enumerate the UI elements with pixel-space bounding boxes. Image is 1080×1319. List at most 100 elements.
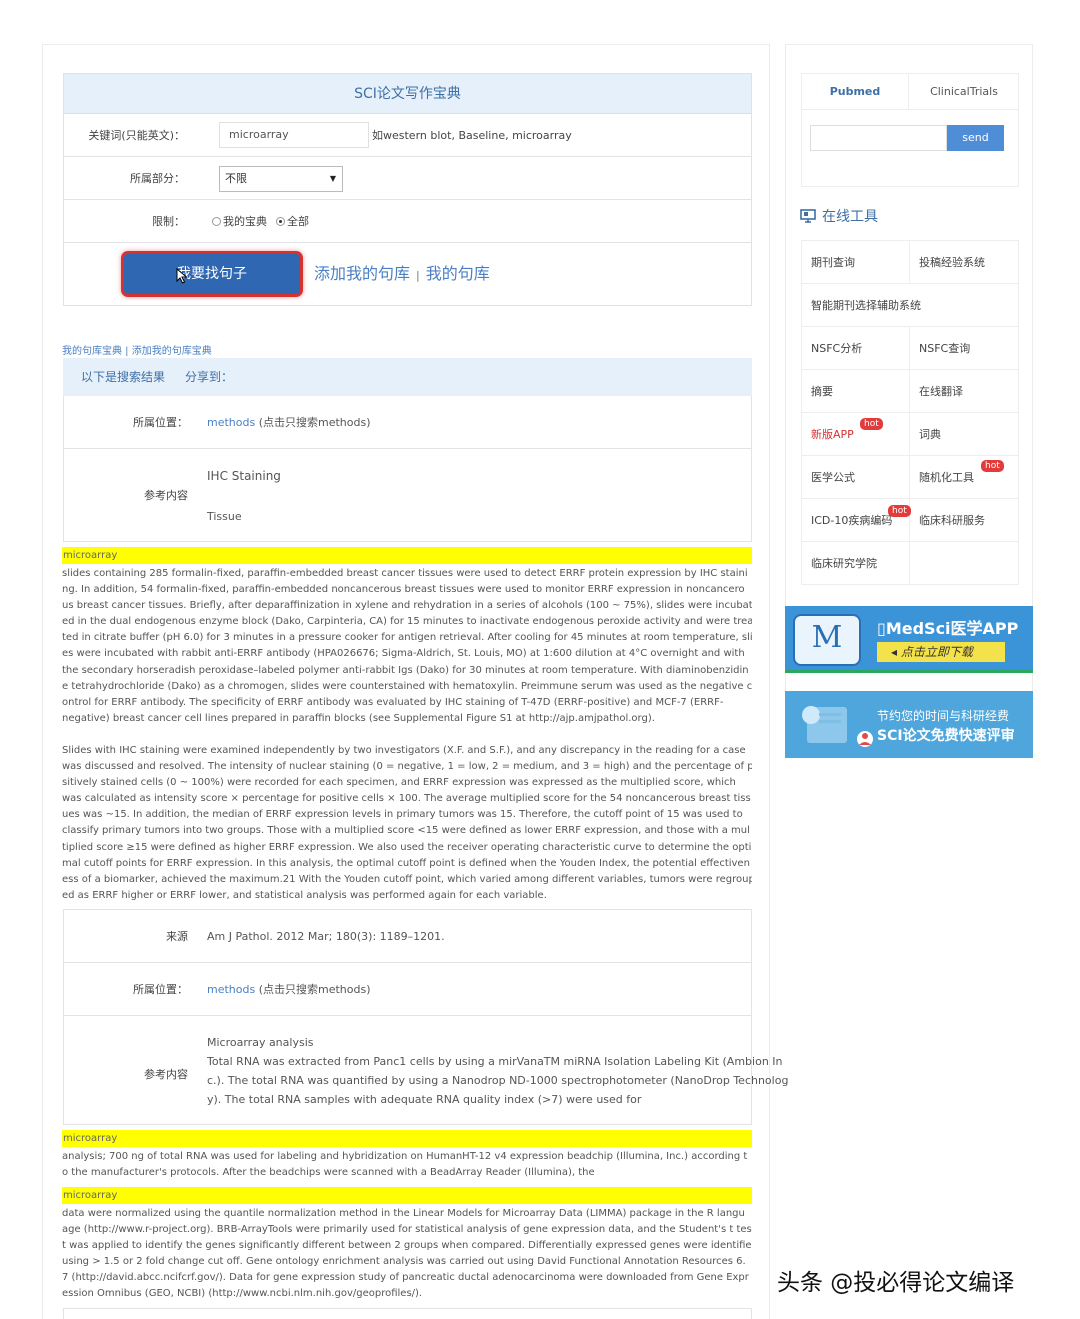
paragraph-line: 7 (http://david.abcc.ncifcrf.gov/). Data… <box>62 1272 749 1284</box>
app-download-banner[interactable]: M ▯MedSci医学APP ◂ 点击立即下载 <box>785 606 1033 673</box>
app-banner-title: ▯MedSci医学APP <box>877 615 1018 639</box>
paragraph-line: data were normalized using the quantile … <box>62 1208 745 1219</box>
tool-clinical-service[interactable]: 临床科研服务 <box>910 499 1019 542</box>
tool-abstract[interactable]: 摘要 <box>802 370 910 413</box>
app-banner-title-text: MedSci医学APP <box>885 619 1019 638</box>
highlight-keyword: microarray <box>62 1187 752 1204</box>
tool-icd10-label: ICD-10疾病编码 <box>811 514 893 527</box>
tool-submission-system[interactable]: 投稿经验系统 <box>910 241 1019 284</box>
paragraph-line: ess of a biomarker, achieved the maximum… <box>62 873 752 885</box>
paragraph-line: ted in citrate buffer (pH 6.0) for 3 min… <box>62 632 752 644</box>
paragraph-line: ng. In addition, 54 formalin-fixed, para… <box>62 584 745 596</box>
highlight-keyword: microarray <box>62 1130 752 1147</box>
section-select[interactable]: 不限 ▼ <box>219 166 343 192</box>
button-row: 我要找句子 添加我的句库 | 我的句库 <box>64 243 751 305</box>
paragraph-line: es were incubated with rabbit anti-ERRF … <box>62 648 745 660</box>
literature-search-box: Pubmed ClinicalTrials send <box>801 73 1019 187</box>
hot-badge: hot <box>860 418 883 430</box>
medsci-logo: M <box>793 614 861 666</box>
search-form: SCI论文写作宝典 关键词(只能英文)： microarray 如western… <box>63 73 752 306</box>
reference-text: Total RNA was extracted from Panc1 cells… <box>207 1055 783 1068</box>
link-separator: | <box>416 269 420 282</box>
reference-text: c.). The total RNA was quantified by usi… <box>207 1074 789 1087</box>
tool-smart-journal[interactable]: 智能期刊选择辅助系统 <box>802 284 1019 327</box>
tab-pubmed[interactable]: Pubmed <box>802 74 908 110</box>
paragraph-line: negative) breast cancer cell lines prepa… <box>62 712 655 724</box>
tools-grid: 期刊查询 投稿经验系统 智能期刊选择辅助系统 NSFC分析 NSFC查询 摘要 … <box>801 240 1019 585</box>
my-library-link[interactable]: 我的句库 <box>426 264 490 283</box>
tools-title: 在线工具 <box>800 206 878 226</box>
arrow-left-icon: ◂ <box>891 645 901 659</box>
reference-heading: IHC Staining <box>207 469 281 483</box>
result-reference-row: 参考内容 Microarray analysis Total RNA was e… <box>63 1016 789 1125</box>
library-links: 添加我的句库 | 我的句库 <box>314 243 490 307</box>
tab-clinicaltrials[interactable]: ClinicalTrials <box>908 74 1019 110</box>
find-sentence-button[interactable]: 我要找句子 <box>121 251 303 297</box>
paragraph-line: ed as ERRF higher or ERRF lower, and sta… <box>62 889 547 901</box>
result-reference-row: 参考内容 IHC Staining Tissue <box>63 449 752 542</box>
tool-nsfc-query[interactable]: NSFC查询 <box>910 327 1019 370</box>
result-next-row <box>63 1308 752 1319</box>
monitor-icon <box>800 209 816 223</box>
reference-text: Tissue <box>207 510 242 523</box>
tool-journal-query[interactable]: 期刊查询 <box>802 241 910 284</box>
hot-badge: hot <box>888 505 911 517</box>
sci-review-banner[interactable]: 节约您的时间与科研经费 SCI论文免费快速评审 <box>785 691 1033 758</box>
location-label: 所属位置： <box>133 416 188 429</box>
tool-clinical-academy[interactable]: 临床研究学院 <box>802 542 910 585</box>
reference-text: y). The total RNA samples with adequate … <box>207 1093 642 1106</box>
location-value: methods (点击只搜索methods) <box>207 963 371 1016</box>
app-download-button[interactable]: ◂ 点击立即下载 <box>877 642 1005 662</box>
keyword-input[interactable]: microarray <box>219 122 369 148</box>
mouse-cursor-icon <box>176 267 188 288</box>
paragraph-line: sitively stained cells (0 ~ 100%) were r… <box>62 777 736 789</box>
tool-online-translate[interactable]: 在线翻译 <box>910 370 1019 413</box>
location-note: (点击只搜索methods) <box>255 983 371 996</box>
tool-randomization[interactable]: 随机化工具 hot <box>910 456 1019 499</box>
library-small-links[interactable]: 我的句库宝典 | 添加我的句库宝典 <box>62 342 212 357</box>
paragraph-line: the secondary horseradish peroxidase–lab… <box>62 664 749 676</box>
phone-icon: ▯ <box>877 619 886 638</box>
sidebar-search-input[interactable] <box>810 125 947 151</box>
location-note: (点击只搜索methods) <box>255 416 371 429</box>
paragraph-line: t was applied to identify the genes sign… <box>62 1240 752 1252</box>
limit-radio-all[interactable]: 全部 <box>276 200 309 243</box>
section-label: 所属部分： <box>130 172 185 185</box>
tool-medical-formula[interactable]: 医学公式 <box>802 456 910 499</box>
tool-new-app[interactable]: 新版APP hot <box>802 413 910 456</box>
hot-badge: hot <box>981 460 1004 472</box>
reference-heading: Microarray analysis <box>207 1036 314 1049</box>
methods-link[interactable]: methods <box>207 983 255 996</box>
methods-link[interactable]: methods <box>207 416 255 429</box>
app-download-label: 点击立即下载 <box>900 645 973 659</box>
highlight-keyword: microarray <box>62 547 752 564</box>
paragraph-line: was discussed and resolved. The intensit… <box>62 761 752 773</box>
add-library-link[interactable]: 添加我的句库 <box>314 264 410 283</box>
section-select-value: 不限 <box>225 172 247 185</box>
reference-label: 参考内容 <box>144 1068 188 1081</box>
tool-randomization-label: 随机化工具 <box>919 471 974 484</box>
result-location-row: 所属位置： methods (点击只搜索methods) <box>63 963 752 1016</box>
result-paragraph: analysis; 700 ng of total RNA was used f… <box>62 1149 752 1181</box>
section-row: 所属部分： 不限 ▼ <box>64 157 751 200</box>
tool-icd10[interactable]: ICD-10疾病编码 hot <box>802 499 911 542</box>
send-button[interactable]: send <box>947 125 1004 151</box>
watermark: 头条 @投必得论文编译 <box>777 1270 1015 1296</box>
limit-radio-mine[interactable]: 我的宝典 <box>212 200 267 243</box>
paragraph-line: us breast cancer tissues. Briefly, after… <box>62 600 752 612</box>
result-paragraph: slides containing 285 formalin-fixed, pa… <box>62 566 752 727</box>
paragraph-line: using > 1.5 or 2 fold change cut off. Ge… <box>62 1256 746 1268</box>
main-panel: SCI论文写作宝典 关键词(只能英文)： microarray 如western… <box>42 44 789 1319</box>
share-label[interactable]: 分享到： <box>185 370 233 384</box>
paragraph-line: ed in the dual endogenous enzyme block (… <box>62 616 752 628</box>
radio-checked-icon <box>276 217 285 226</box>
location-label: 所属位置： <box>133 983 188 996</box>
paragraph-line: classify primary tumors into two groups.… <box>62 825 750 837</box>
tool-nsfc-analysis[interactable]: NSFC分析 <box>802 327 910 370</box>
result-source-row: 来源 Am J Pathol. 2012 Mar; 180(3): 1189–1… <box>63 909 752 963</box>
limit-radio-mine-label: 我的宝典 <box>223 215 267 228</box>
paragraph-line: ontrol for ERRF antibody. The specificit… <box>62 696 724 708</box>
tool-dictionary[interactable]: 词典 <box>910 413 1019 456</box>
paragraph-line: was calculated as intensity score × perc… <box>62 793 751 805</box>
keyword-hint: 如western blot, Baseline, microarray <box>372 129 572 142</box>
